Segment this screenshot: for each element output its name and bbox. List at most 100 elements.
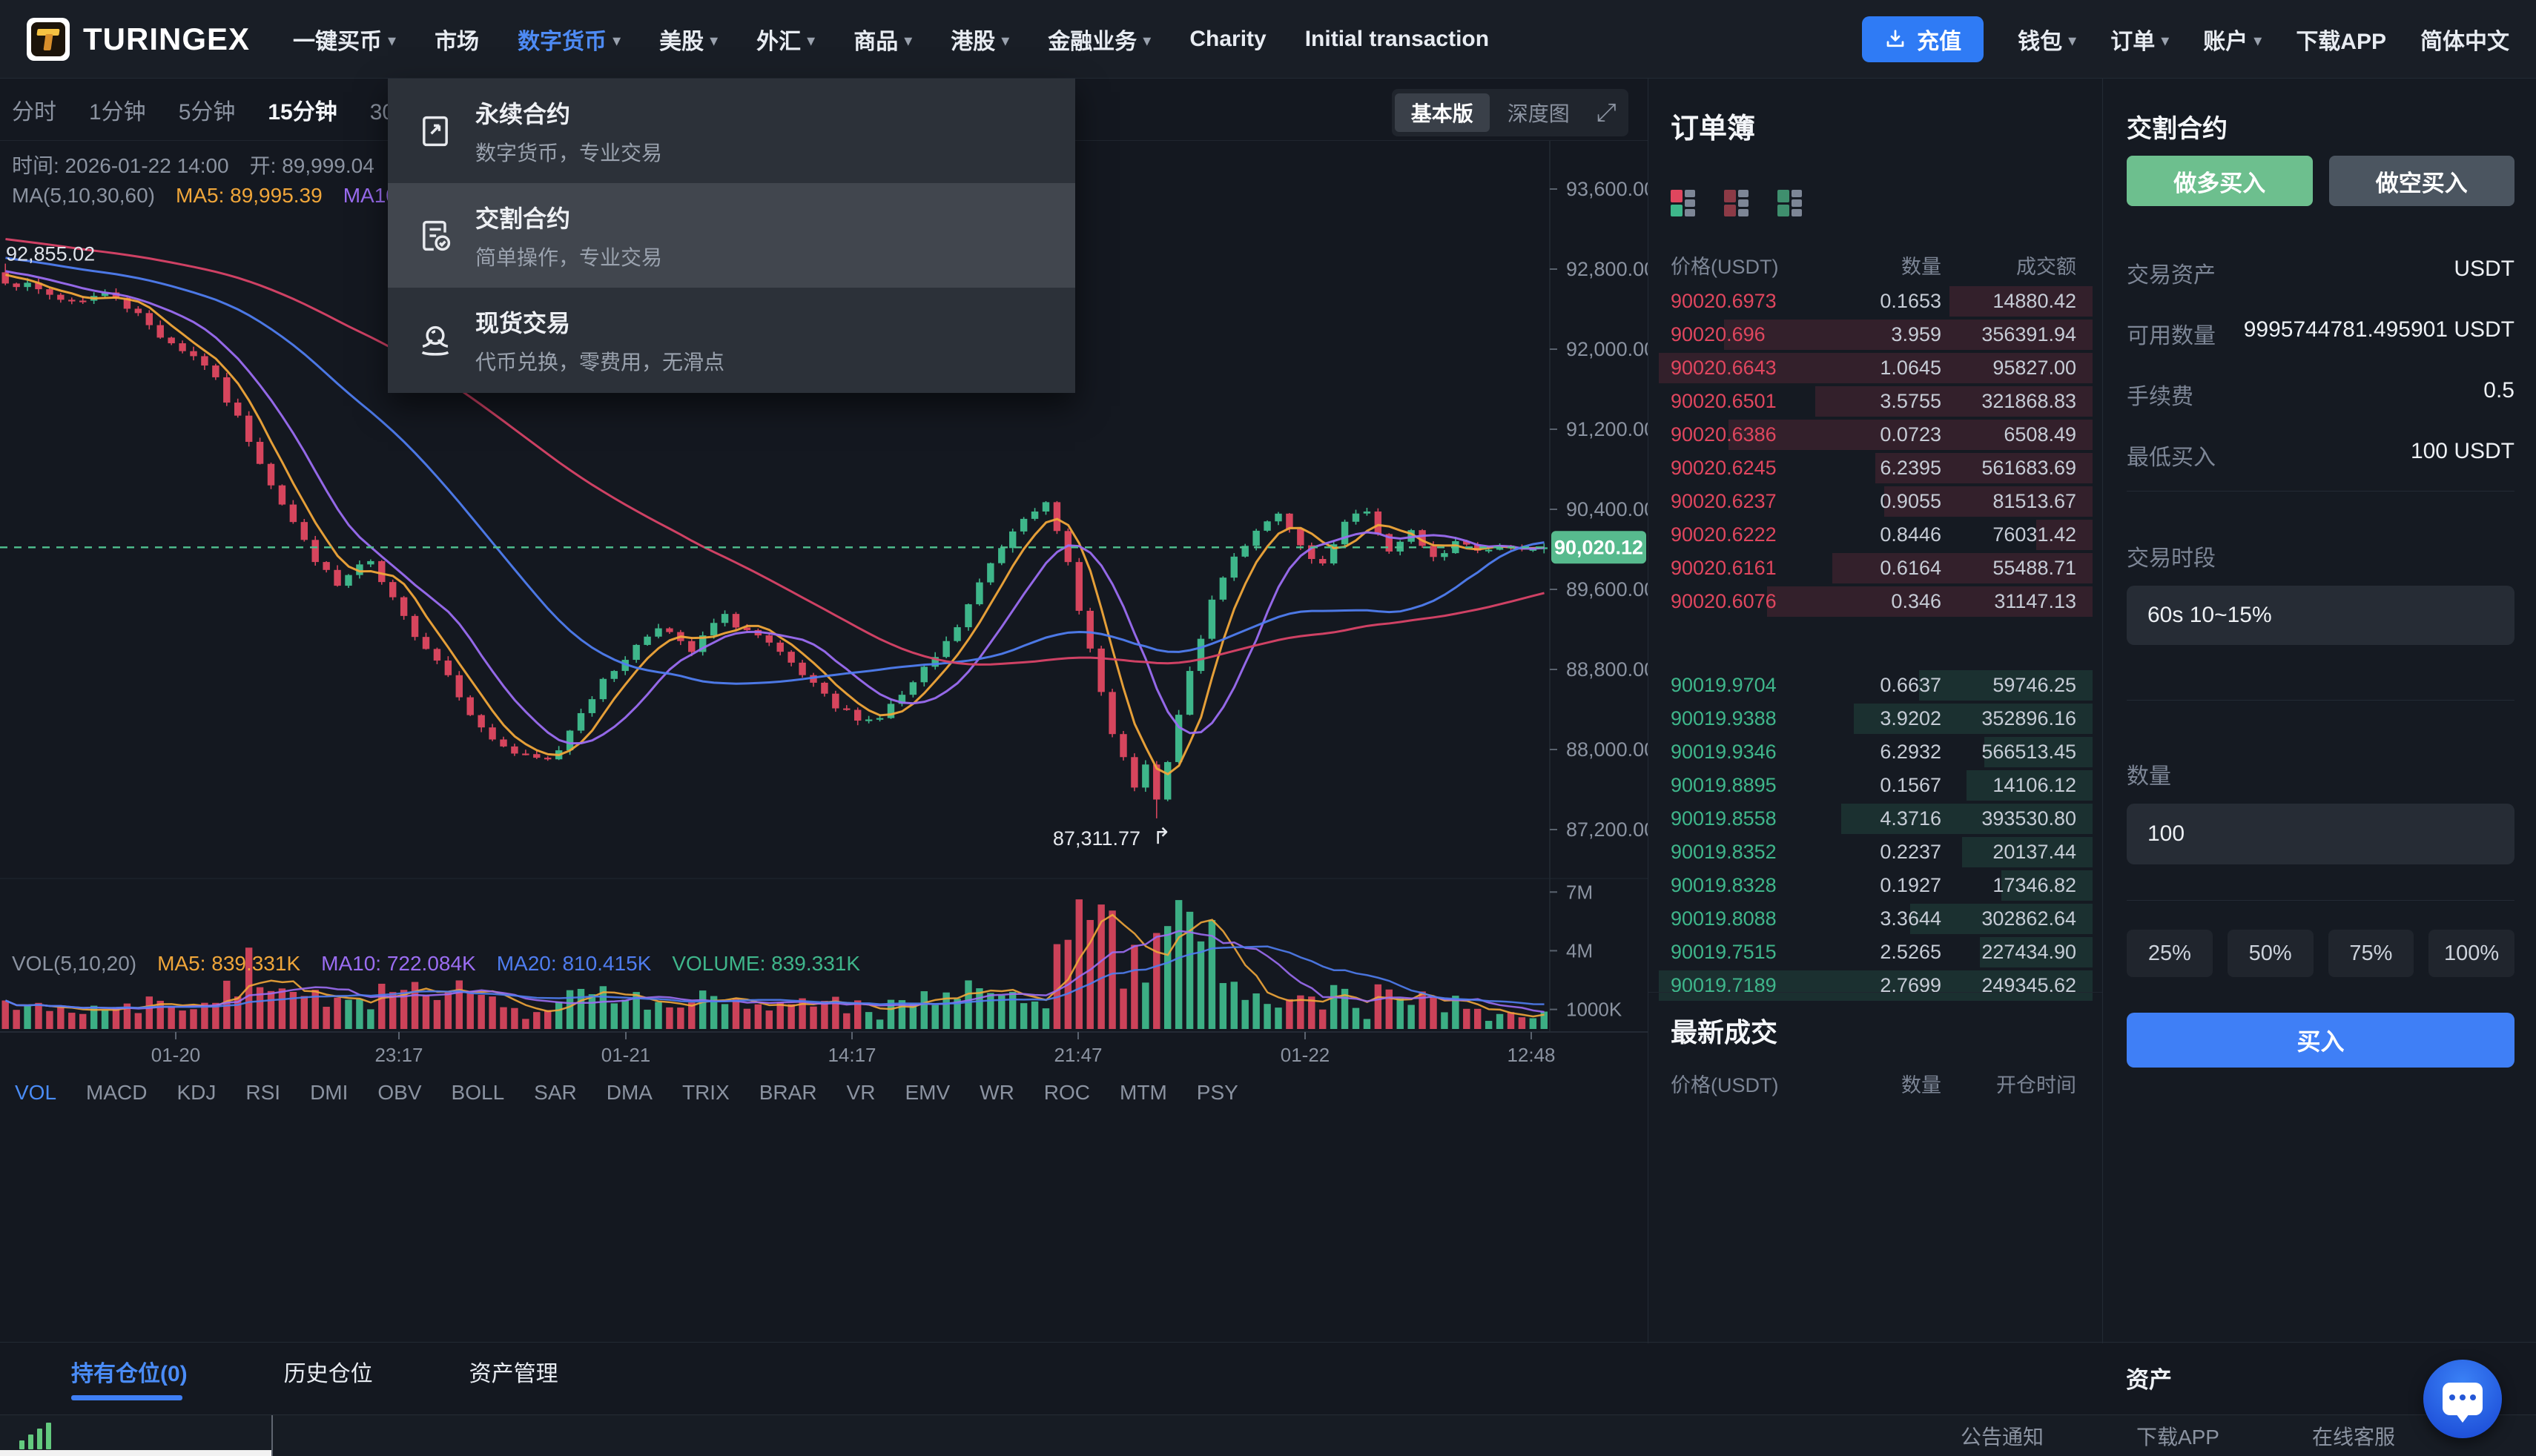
- status-link-在线客服[interactable]: 在线客服: [2312, 1421, 2395, 1451]
- bid-row[interactable]: 90019.80883.3644302862.64: [1648, 902, 2103, 936]
- tab-历史仓位[interactable]: 历史仓位: [284, 1355, 373, 1388]
- tab-资产管理[interactable]: 资产管理: [469, 1355, 558, 1388]
- indicator-sar[interactable]: SAR: [534, 1081, 577, 1105]
- orderbook-view-both-icon[interactable]: [1671, 190, 1697, 216]
- nav-item-hk-stock[interactable]: 港股▾: [951, 23, 1009, 56]
- bid-row[interactable]: 90019.93883.9202352896.16: [1648, 702, 2103, 735]
- nav-item-us-stock[interactable]: 美股▾: [659, 23, 718, 56]
- ohlc-info-row: 时间: 2026-01-22 14:00 开: 89,999.04 高: [12, 150, 416, 179]
- chevron-down-icon: ▾: [807, 31, 815, 50]
- menu-item-perpetual[interactable]: 永续合约数字货币，专业交易: [388, 79, 1075, 183]
- bid-row[interactable]: 90019.83280.192717346.82: [1648, 869, 2103, 902]
- indicator-mtm[interactable]: MTM: [1120, 1081, 1167, 1105]
- nav-item-forex[interactable]: 外汇▾: [756, 23, 815, 56]
- indicator-brar[interactable]: BRAR: [759, 1081, 817, 1105]
- brand-name[interactable]: TURINGEX: [83, 21, 250, 57]
- indicator-macd[interactable]: MACD: [86, 1081, 147, 1105]
- nav-item-language[interactable]: 简体中文: [2420, 23, 2509, 56]
- indicator-trix[interactable]: TRIX: [682, 1081, 730, 1105]
- tab-持有仓位(0)[interactable]: 持有仓位(0): [71, 1355, 188, 1388]
- ask-row[interactable]: 90020.66431.064595827.00: [1648, 351, 2103, 385]
- indicator-vr[interactable]: VR: [847, 1081, 876, 1105]
- bid-row[interactable]: 90019.85584.3716393530.80: [1648, 802, 2103, 835]
- buy-long-button[interactable]: 做多买入: [2127, 156, 2313, 206]
- bid-row[interactable]: 90019.97040.663759746.25: [1648, 669, 2103, 702]
- ask-row[interactable]: 90020.62456.2395561683.69: [1648, 451, 2103, 485]
- ask-row[interactable]: 90020.62220.844676031.42: [1648, 518, 2103, 552]
- indicator-wr[interactable]: WR: [980, 1081, 1014, 1105]
- spot-trade-icon: [416, 321, 455, 360]
- view-tab-深度图[interactable]: 深度图: [1491, 93, 1586, 132]
- nav-item-label: 钱包: [2018, 23, 2062, 56]
- percent-button-25[interactable]: 25%: [2127, 930, 2213, 977]
- bid-row[interactable]: 90019.88950.156714106.12: [1648, 769, 2103, 802]
- view-tab-基本版[interactable]: 基本版: [1395, 93, 1490, 132]
- timeframe-分时[interactable]: 分时: [12, 93, 56, 126]
- deposit-button[interactable]: 充值: [1862, 16, 1984, 62]
- orderbook-view-asks-icon[interactable]: [1724, 190, 1751, 216]
- ask-row[interactable]: 90020.60760.34631147.13: [1648, 585, 2103, 618]
- trade-info-row-0: 交易资产USDT: [2127, 257, 2514, 289]
- bid-row[interactable]: 90019.83520.223720137.44: [1648, 835, 2103, 869]
- timeframe-1分钟[interactable]: 1分钟: [89, 93, 146, 126]
- nav-item-market[interactable]: 市场: [435, 23, 479, 56]
- order-amount: 561683.69: [1981, 457, 2076, 480]
- menu-item-spot[interactable]: 现货交易代币兑换，零费用，无滑点: [388, 288, 1075, 392]
- indicator-emv[interactable]: EMV: [905, 1081, 950, 1105]
- nav-item-label: 市场: [435, 23, 479, 56]
- indicator-dma[interactable]: DMA: [607, 1081, 653, 1105]
- bid-row[interactable]: 90019.71892.7699249345.62: [1648, 969, 2103, 1002]
- nav-item-wallet[interactable]: 钱包▾: [2018, 23, 2076, 56]
- nav-item-label: 简体中文: [2420, 23, 2509, 56]
- info-time: 时间: 2026-01-22 14:00: [12, 150, 229, 179]
- nav-item-initial-transaction[interactable]: Initial transaction: [1305, 27, 1489, 52]
- indicator-psy[interactable]: PSY: [1197, 1081, 1238, 1105]
- nav-item-quick-buy[interactable]: 一键买币▾: [293, 23, 396, 56]
- nav-item-finance[interactable]: 金融业务▾: [1048, 23, 1151, 56]
- ask-row[interactable]: 90020.63860.07236508.49: [1648, 418, 2103, 451]
- indicator-obv[interactable]: OBV: [377, 1081, 421, 1105]
- indicator-rsi[interactable]: RSI: [245, 1081, 280, 1105]
- period-select[interactable]: 60s 10~15%: [2127, 586, 2514, 645]
- nav-item-crypto[interactable]: 数字货币▾: [518, 23, 621, 56]
- status-link-公告通知[interactable]: 公告通知: [1961, 1421, 2044, 1451]
- assets-section-title: 资产: [2126, 1361, 2172, 1394]
- ask-row[interactable]: 90020.61610.616455488.71: [1648, 552, 2103, 585]
- percent-button-50[interactable]: 50%: [2228, 930, 2314, 977]
- timeframe-5分钟[interactable]: 5分钟: [179, 93, 236, 126]
- nav-item-orders[interactable]: 订单▾: [2110, 23, 2169, 56]
- order-qty: 0.8446: [1880, 523, 1941, 546]
- crypto-dropdown-menu: 永续合约数字货币，专业交易交割合约简单操作，专业交易现货交易代币兑换，零费用，无…: [388, 79, 1075, 393]
- order-qty: 0.2237: [1880, 841, 1941, 864]
- status-link-下载APP[interactable]: 下载APP: [2136, 1421, 2219, 1451]
- bid-row[interactable]: 90019.93466.2932566513.45: [1648, 735, 2103, 769]
- ask-row[interactable]: 90020.65013.5755321868.83: [1648, 385, 2103, 418]
- ask-row[interactable]: 90020.69730.165314880.42: [1648, 285, 2103, 318]
- indicator-vol[interactable]: VOL: [15, 1081, 56, 1105]
- fullscreen-icon[interactable]: ⤢: [1588, 99, 1625, 128]
- percent-button-75[interactable]: 75%: [2328, 930, 2414, 977]
- timeframe-15分钟[interactable]: 15分钟: [268, 93, 337, 126]
- indicator-boll[interactable]: BOLL: [452, 1081, 505, 1105]
- orderbook-view-bids-icon[interactable]: [1777, 190, 1804, 216]
- brand-logo-icon[interactable]: [27, 18, 70, 61]
- live-chat-button[interactable]: [2423, 1360, 2502, 1438]
- row-label: 交易资产: [2127, 257, 2216, 289]
- indicator-roc[interactable]: ROC: [1044, 1081, 1090, 1105]
- ask-row[interactable]: 90020.6963.959356391.94: [1648, 318, 2103, 351]
- nav-item-account[interactable]: 账户▾: [2203, 23, 2262, 56]
- ma-info-row: MA(5,10,30,60) MA5: 89,995.39 MA10: 89: [12, 184, 432, 208]
- buy-short-button[interactable]: 做空买入: [2329, 156, 2515, 206]
- bid-row[interactable]: 90019.75152.5265227434.90: [1648, 936, 2103, 969]
- nav-item-charity[interactable]: Charity: [1189, 27, 1266, 52]
- quantity-input[interactable]: 100: [2127, 804, 2514, 864]
- menu-item-delivery[interactable]: 交割合约简单操作，专业交易: [388, 183, 1075, 288]
- nav-item-commodity[interactable]: 商品▾: [853, 23, 912, 56]
- nav-item-download-app[interactable]: 下载APP: [2296, 23, 2386, 56]
- indicator-kdj[interactable]: KDJ: [176, 1081, 216, 1105]
- percent-button-100[interactable]: 100%: [2428, 930, 2514, 977]
- buy-button[interactable]: 买入: [2127, 1013, 2514, 1068]
- asks-list: 90020.69730.165314880.4290020.6963.95935…: [1648, 285, 2103, 618]
- indicator-dmi[interactable]: DMI: [310, 1081, 348, 1105]
- ask-row[interactable]: 90020.62370.905581513.67: [1648, 485, 2103, 518]
